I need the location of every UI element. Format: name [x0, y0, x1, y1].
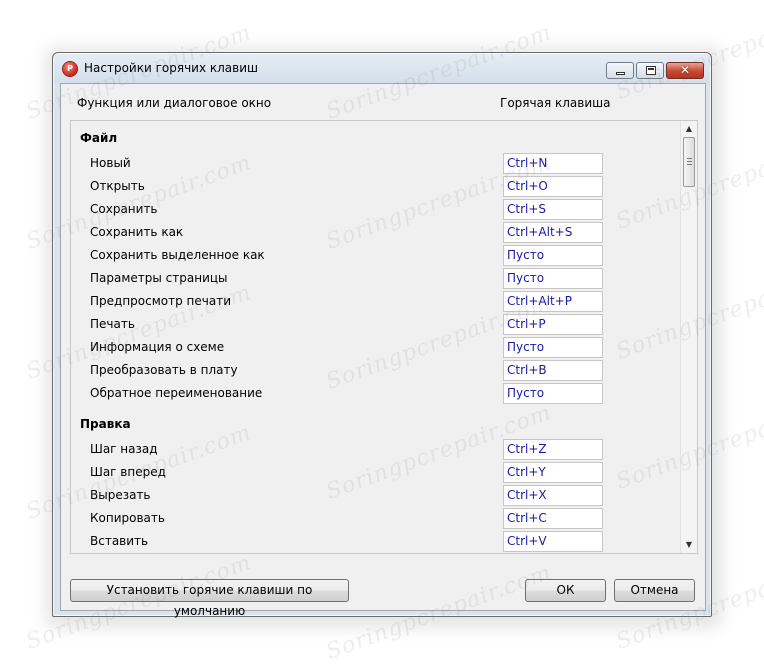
hotkey-row-label: Новый: [90, 156, 131, 170]
hotkey-input[interactable]: Ctrl+S: [503, 199, 603, 220]
section-header: Правка: [80, 417, 131, 431]
hotkey-row-label: Вставить: [90, 534, 149, 548]
set-default-hotkeys-button[interactable]: Установить горячие клавиши по умолчанию: [70, 579, 349, 618]
section-header: Файл: [80, 131, 118, 145]
title-bar[interactable]: P Настройки горячих клавиш ✕: [53, 53, 711, 83]
column-header-function: Функция или диалоговое окно: [77, 96, 272, 110]
minimize-icon: [616, 72, 625, 75]
hotkey-input[interactable]: Пусто: [503, 337, 603, 358]
hotkey-input[interactable]: Пусто: [503, 383, 603, 404]
hotkey-row-label: Шаг вперед: [90, 465, 166, 479]
hotkey-input[interactable]: Ctrl+V: [503, 531, 603, 552]
app-logo-icon: P: [63, 62, 77, 76]
hotkey-input[interactable]: Ctrl+O: [503, 176, 603, 197]
hotkeys-dialog: P Настройки горячих клавиш ✕ Функция или…: [52, 52, 712, 618]
column-header-hotkey: Горячая клавиша: [500, 96, 611, 110]
dialog-client-area: Функция или диалоговое окно Горячая клав…: [60, 83, 706, 618]
hotkey-row-label: Копировать: [90, 511, 165, 525]
hotkey-input[interactable]: Ctrl+B: [503, 360, 603, 381]
hotkey-row-label: Вырезать: [90, 488, 151, 502]
hotkey-input[interactable]: Ctrl+Alt+S: [503, 222, 603, 243]
hotkey-row-label: Параметры страницы: [90, 271, 228, 285]
vertical-scrollbar[interactable]: ▲ ▼: [680, 121, 697, 553]
hotkey-row-label: Сохранить: [90, 202, 158, 216]
scrollbar-thumb[interactable]: [683, 137, 695, 187]
scroll-up-arrow-icon[interactable]: ▲: [681, 121, 697, 137]
hotkey-row-label: Предпросмотр печати: [90, 294, 231, 308]
maximize-button[interactable]: [636, 62, 664, 79]
hotkey-input[interactable]: Ctrl+P: [503, 314, 603, 335]
hotkey-row-label: Информация о схеме: [90, 340, 225, 354]
scroll-down-arrow-icon[interactable]: ▼: [681, 537, 697, 553]
close-icon: ✕: [679, 63, 691, 77]
hotkey-input[interactable]: Ctrl+Z: [503, 439, 603, 460]
hotkey-input[interactable]: Ctrl+N: [503, 153, 603, 174]
hotkey-input[interactable]: Ctrl+Alt+P: [503, 291, 603, 312]
hotkey-row-label: Открыть: [90, 179, 145, 193]
hotkey-row-label: Преобразовать в плату: [90, 363, 238, 377]
cancel-button[interactable]: Отмена: [614, 579, 695, 602]
window-title: Настройки горячих клавиш: [84, 61, 258, 75]
hotkey-row-label: Сохранить выделенное как: [90, 248, 265, 262]
hotkey-row-label: Сохранить как: [90, 225, 184, 239]
hotkey-input[interactable]: Пусто: [503, 245, 603, 266]
hotkey-row-label: Шаг назад: [90, 442, 158, 456]
hotkey-input[interactable]: Ctrl+X: [503, 485, 603, 506]
hotkey-row-label: Обратное переименование: [90, 386, 263, 400]
hotkey-input[interactable]: Ctrl+Y: [503, 462, 603, 483]
hotkey-row-label: Печать: [90, 317, 135, 331]
maximize-icon: [646, 66, 656, 75]
hotkey-input[interactable]: Пусто: [503, 268, 603, 289]
ok-button[interactable]: ОК: [525, 579, 606, 602]
hotkey-list[interactable]: ▲ ▼ Файл Новый Ctrl+N Открыть Ctrl+O Сохранит…: [70, 120, 698, 554]
close-button[interactable]: ✕: [666, 62, 704, 79]
hotkey-input[interactable]: Ctrl+C: [503, 508, 603, 529]
minimize-button[interactable]: [606, 62, 634, 79]
scrollbar-grip-icon: [687, 158, 692, 165]
